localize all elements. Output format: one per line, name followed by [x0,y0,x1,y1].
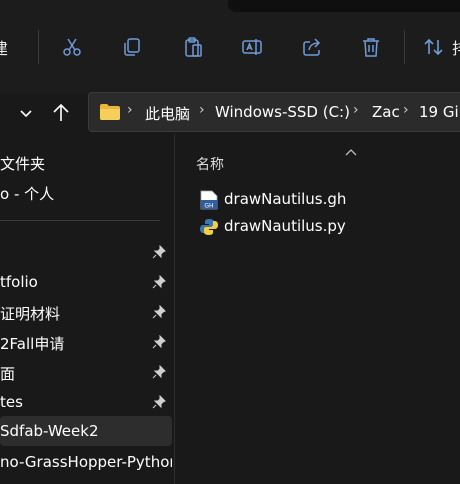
rename-icon[interactable] [238,33,266,61]
pane-splitter[interactable] [174,134,175,484]
file-row[interactable]: GH drawNautilus.gh [196,187,456,213]
sort-button-label[interactable]: 排 [452,35,460,59]
breadcrumb-chevron-icon[interactable]: › [353,102,359,118]
svg-text:GH: GH [204,203,213,210]
sidebar-item-label: 证明材料 [0,305,61,323]
new-button-label[interactable]: 建 [0,35,8,59]
share-icon[interactable] [298,33,326,61]
sidebar-item-proof-materials[interactable]: 证明材料 [0,298,172,326]
breadcrumb-chevron-icon[interactable]: › [403,102,409,118]
sidebar-item-grasshopper-python[interactable]: no-GrassHopper-Pythor [0,448,172,476]
sidebar-item-label: 文件夹 [0,155,46,173]
up-arrow-icon[interactable] [50,102,72,124]
breadcrumb-this-pc[interactable]: 此电脑 [145,103,190,124]
command-bar: 建 排 [0,0,460,94]
title-bar-strip [228,0,460,12]
sidebar-item-label: no-GrassHopper-Pythor [0,453,172,471]
toolbar-separator [38,30,39,64]
copy-icon[interactable] [118,33,146,61]
grasshopper-file-icon: GH [200,190,218,210]
sidebar-item-label: 面 [0,365,16,383]
breadcrumb-chevron-icon[interactable]: › [127,102,133,118]
breadcrumb-user[interactable]: Zac [372,103,400,121]
toolbar-separator [404,30,405,64]
sidebar-item-fall-application[interactable]: 2Fall申请 [0,328,172,356]
paste-icon[interactable] [179,33,207,61]
breadcrumb-drive[interactable]: Windows-SSD (C:) [215,103,350,121]
pin-icon [152,275,166,289]
python-file-icon [200,219,218,235]
pin-icon [152,245,166,259]
folder-icon [99,103,121,121]
pin-icon [152,305,166,319]
sidebar-item-label: tes [0,393,23,411]
sidebar-item-label: 2Fall申请 [0,335,65,353]
sidebar-item-portfolio[interactable]: tfolio [0,268,172,296]
sidebar-item-notes[interactable]: tes [0,388,172,416]
file-name[interactable]: drawNautilus.py [224,217,346,235]
sidebar-item-interview[interactable]: 面 [0,358,172,386]
sidebar-divider [0,220,160,221]
file-row[interactable]: drawNautilus.py [196,214,456,240]
sidebar-item-label: Sdfab-Week2 [0,422,99,440]
sort-ascending-chevron-icon [344,142,358,156]
file-name[interactable]: drawNautilus.gh [224,190,346,208]
sidebar-item-sdfab-week2[interactable]: Sdfab-Week2 [0,416,172,446]
pin-icon [152,335,166,349]
pin-icon [152,365,166,379]
sidebar-item-onedrive[interactable]: o - 个人 [0,178,172,206]
breadcrumb-current-folder[interactable]: 19 Gi [419,103,459,121]
navigation-pane: 文件夹 o - 个人 tfolio 证明材料 2Fall申请 面 tes Sdf… [0,134,174,484]
cut-icon[interactable] [58,33,86,61]
sidebar-item-label: tfolio [0,273,38,291]
pin-icon [152,395,166,409]
sidebar-item-label: o - 个人 [0,185,55,203]
recent-locations-chevron-icon[interactable] [16,104,36,124]
address-bar[interactable]: › 此电脑 › Windows-SSD (C:) › Zac › 19 Gi [88,92,460,132]
sort-icon[interactable] [420,33,448,61]
column-header-name[interactable]: 名称 [196,154,224,174]
sidebar-item-quick-access[interactable] [0,238,172,266]
breadcrumb-chevron-icon[interactable]: › [199,102,205,118]
sidebar-item-folders[interactable]: 文件夹 [0,148,172,176]
delete-icon[interactable] [357,33,385,61]
